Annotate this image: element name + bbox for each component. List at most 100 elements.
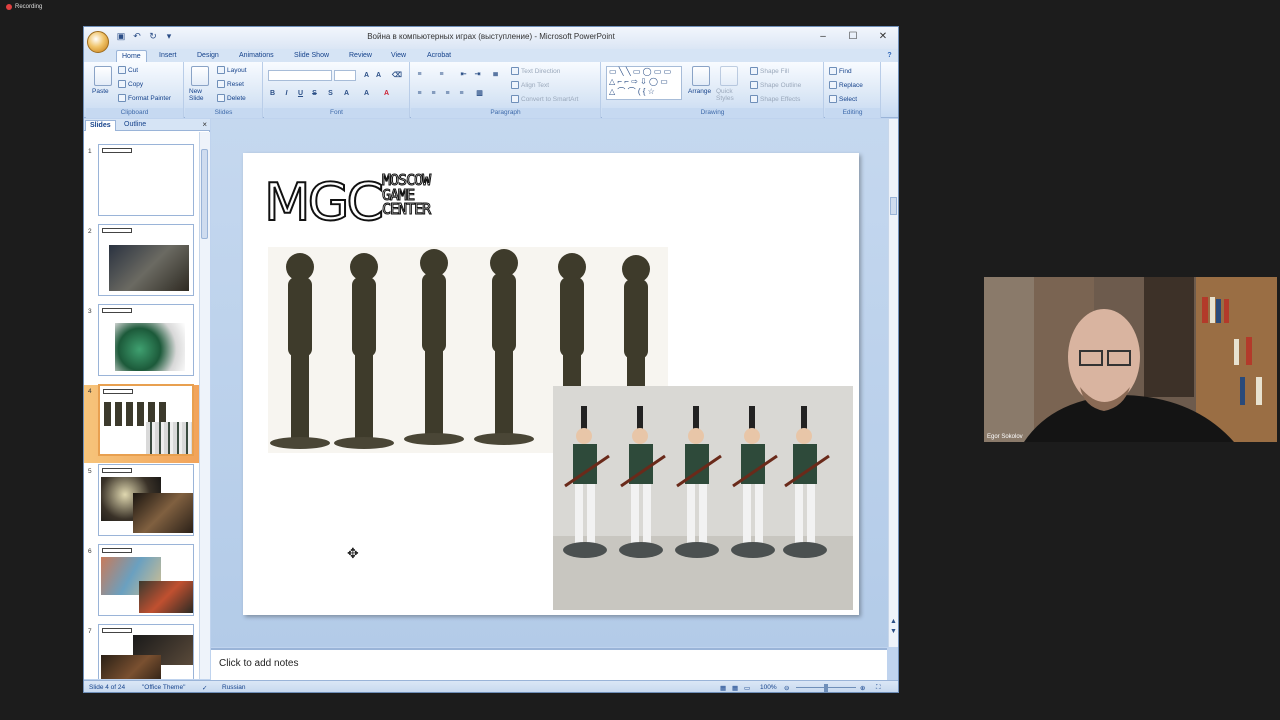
slide-number: 4 xyxy=(88,388,92,395)
italic-icon[interactable]: I xyxy=(282,89,291,98)
align-text-button[interactable]: Align Text xyxy=(511,81,549,89)
slide-thumbnail-4[interactable] xyxy=(98,384,194,456)
font-name-combo[interactable] xyxy=(268,70,332,81)
shape-effects-button[interactable]: Shape Effects xyxy=(750,95,800,103)
convert-smartart-button[interactable]: Convert to SmartArt xyxy=(511,95,578,103)
new-slide-button[interactable]: New Slide xyxy=(189,88,211,102)
tab-design[interactable]: Design xyxy=(192,50,224,62)
increase-indent-icon[interactable]: ⇥ xyxy=(473,70,482,79)
delete-button[interactable]: Delete xyxy=(217,94,246,102)
shadow-icon[interactable]: S xyxy=(326,89,335,98)
previous-slide-icon[interactable]: ▲ xyxy=(889,617,898,626)
numbering-icon[interactable]: ≡ xyxy=(437,70,446,79)
moscow-game-center-logo: MGC MOSCOW GAME CENTER xyxy=(263,172,488,229)
fit-to-window-icon[interactable]: ⛶ xyxy=(876,684,881,692)
layout-button[interactable]: Layout xyxy=(217,66,247,74)
shapes-gallery[interactable]: ▭ ╲ ╲ ▭ ◯ ▭ ▭ △ ⌐ ⌐ ⇨ ⇩ ◯ ▭ △ ⌒ ⌒ ( { ☆ xyxy=(606,66,682,100)
current-slide[interactable]: MGC MOSCOW GAME CENTER ✥ xyxy=(243,153,859,615)
tab-review[interactable]: Review xyxy=(344,50,377,62)
bold-icon[interactable]: B xyxy=(268,89,277,98)
arrange-button[interactable]: Arrange xyxy=(688,88,711,95)
tab-slides[interactable]: Slides xyxy=(85,120,116,131)
quick-styles-button[interactable]: Quick Styles xyxy=(716,88,742,102)
next-slide-icon[interactable]: ▼ xyxy=(889,627,898,636)
font-group-label: Font xyxy=(264,108,409,118)
line-spacing-icon[interactable]: ≣ xyxy=(491,70,500,79)
zoom-slider-thumb[interactable] xyxy=(824,684,828,692)
text-direction-button[interactable]: Text Direction xyxy=(511,67,560,75)
slide-thumbnail-2[interactable] xyxy=(98,224,194,296)
zoom-level[interactable]: 100% xyxy=(760,684,777,691)
slide-sorter-icon[interactable]: ▦ xyxy=(732,684,738,692)
slide-thumbnail-5[interactable] xyxy=(98,464,194,536)
vertical-scroll-thumb[interactable] xyxy=(890,197,897,215)
copy-button[interactable]: Copy xyxy=(118,80,143,88)
strikethrough-icon[interactable]: S xyxy=(310,89,319,98)
zoom-in-icon[interactable]: ⊕ xyxy=(860,684,865,692)
bullets-icon[interactable]: ≡ xyxy=(415,70,424,79)
slides-pane-tabs: Slides Outline × xyxy=(84,119,210,131)
font-size-combo[interactable] xyxy=(334,70,356,81)
char-spacing-icon[interactable]: A xyxy=(342,89,351,98)
grow-font-icon[interactable]: A xyxy=(362,71,371,80)
binoculars-icon xyxy=(829,67,837,75)
theme-name: "Office Theme" xyxy=(142,684,186,691)
cut-button[interactable]: Cut xyxy=(118,66,138,74)
decrease-indent-icon[interactable]: ⇤ xyxy=(459,70,468,79)
underline-icon[interactable]: U xyxy=(296,89,305,98)
paste-button[interactable]: Paste xyxy=(92,88,109,95)
clear-format-icon[interactable]: ⌫ xyxy=(392,71,402,80)
tab-insert[interactable]: Insert xyxy=(154,50,182,62)
tab-view[interactable]: View xyxy=(386,50,411,62)
office-button[interactable] xyxy=(87,31,109,53)
notes-pane[interactable]: Click to add notes xyxy=(211,648,887,680)
change-case-icon[interactable]: A xyxy=(362,89,371,98)
help-icon[interactable]: ? xyxy=(885,51,894,60)
slide-4-painted-soldiers-image xyxy=(146,422,192,454)
logo-icon xyxy=(102,148,132,153)
record-dot-icon xyxy=(6,4,12,10)
shape-fill-button[interactable]: Shape Fill xyxy=(750,67,789,75)
slide-thumbnail-1[interactable] xyxy=(98,144,194,216)
spellcheck-icon[interactable]: ✓ xyxy=(202,684,207,692)
paste-icon[interactable] xyxy=(94,66,112,86)
align-left-icon[interactable]: ≡ xyxy=(415,89,424,98)
status-bar: Slide 4 of 24 "Office Theme" ✓ Russian ▦… xyxy=(84,680,898,692)
select-button[interactable]: Select xyxy=(829,95,857,103)
slide-thumbnail-7[interactable] xyxy=(98,624,194,679)
align-center-icon[interactable]: ≡ xyxy=(429,89,438,98)
tab-outline[interactable]: Outline xyxy=(120,120,150,131)
format-painter-button[interactable]: Format Painter xyxy=(118,94,171,102)
find-button[interactable]: Find xyxy=(829,67,852,75)
normal-view-icon[interactable]: ▦ xyxy=(720,684,726,692)
align-right-icon[interactable]: ≡ xyxy=(443,89,452,98)
tab-animations[interactable]: Animations xyxy=(234,50,279,62)
slides-pane-scroll-thumb[interactable] xyxy=(201,149,208,239)
replace-button[interactable]: Replace xyxy=(829,81,863,89)
justify-icon[interactable]: ≡ xyxy=(457,89,466,98)
maximize-button[interactable]: ☐ xyxy=(838,27,868,47)
reset-button[interactable]: Reset xyxy=(217,80,244,88)
minimize-button[interactable]: – xyxy=(808,27,838,47)
slides-pane: Slides Outline × 1 2 3 4 5 6 7 xyxy=(84,119,210,679)
painted-soldiers-image xyxy=(553,386,853,610)
slide-thumbnail-6[interactable] xyxy=(98,544,194,616)
notes-placeholder[interactable]: Click to add notes xyxy=(219,658,299,669)
close-pane-icon[interactable]: × xyxy=(202,120,207,129)
new-slide-icon[interactable] xyxy=(191,66,209,86)
close-button[interactable]: ✕ xyxy=(868,27,898,47)
quick-styles-icon[interactable] xyxy=(720,66,738,86)
shape-outline-button[interactable]: Shape Outline xyxy=(750,81,801,89)
language[interactable]: Russian xyxy=(222,684,245,691)
shrink-font-icon[interactable]: A xyxy=(374,71,383,80)
tab-home[interactable]: Home xyxy=(116,50,147,62)
arrange-icon[interactable] xyxy=(692,66,710,86)
slide-thumbnail-3[interactable] xyxy=(98,304,194,376)
zoom-out-icon[interactable]: ⊖ xyxy=(784,684,789,692)
columns-icon[interactable]: ▥ xyxy=(475,89,484,98)
slide-show-icon[interactable]: ▭ xyxy=(744,684,750,692)
tab-slide-show[interactable]: Slide Show xyxy=(289,50,334,62)
tab-acrobat[interactable]: Acrobat xyxy=(422,50,456,62)
font-color-icon[interactable]: A xyxy=(382,89,391,98)
reset-icon xyxy=(217,80,225,88)
